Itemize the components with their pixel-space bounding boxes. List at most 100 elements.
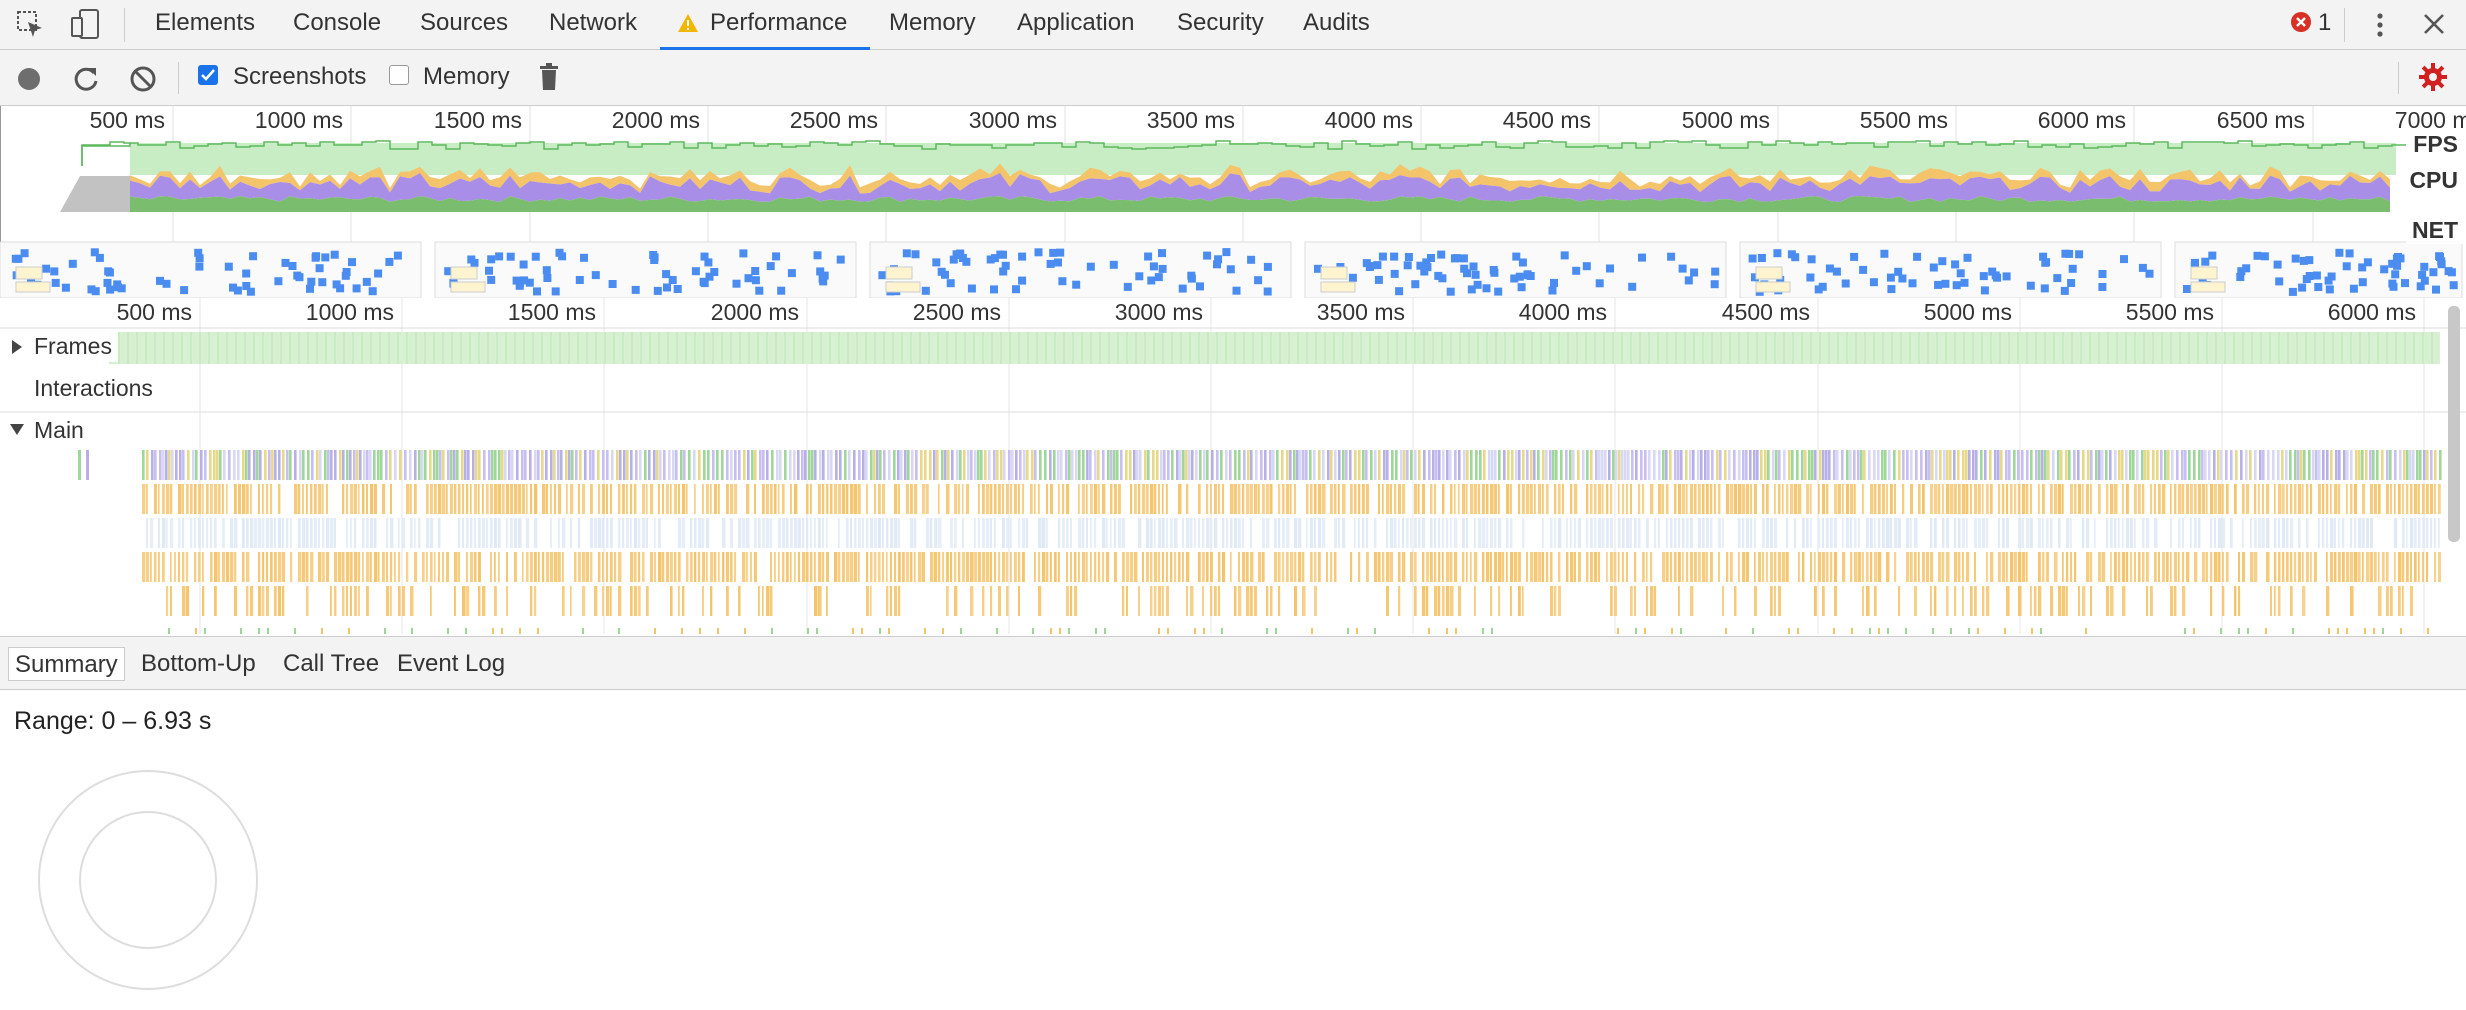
settings-gear-icon[interactable] [2418, 62, 2448, 97]
screenshots-label[interactable]: Screenshots [233, 63, 366, 91]
tab-event-log[interactable]: Event Log [391, 647, 511, 681]
flame-chart[interactable]: 500 ms 1000 ms 1500 ms 2000 ms 2500 ms 3000 m… [0, 298, 2466, 634]
main-task [268, 450, 271, 480]
error-count[interactable]: 1 [2318, 9, 2331, 37]
net-request [1034, 248, 1043, 257]
call-frame [846, 518, 849, 548]
device-toolbar-icon[interactable] [68, 8, 102, 47]
call-frame [518, 484, 522, 514]
net-request [306, 284, 314, 293]
call-frame [358, 484, 360, 514]
main-task [233, 450, 236, 480]
tab-call-tree[interactable]: Call Tree [277, 647, 385, 681]
tab-network[interactable]: Network [549, 0, 637, 50]
main-task [237, 450, 240, 480]
call-frame [870, 518, 874, 548]
tab-performance[interactable]: Performance [710, 0, 847, 50]
call-frame [1430, 484, 1433, 514]
memory-label[interactable]: Memory [423, 63, 510, 91]
screenshots-checkbox[interactable] [198, 65, 218, 85]
call-frame [654, 552, 657, 582]
call-frame [2162, 484, 2166, 514]
call-frame [1442, 552, 1444, 582]
call-frame [946, 484, 950, 514]
main-task [1898, 450, 1901, 480]
main-task [1358, 450, 1361, 480]
main-task [814, 450, 817, 480]
main-task [1089, 450, 1092, 480]
call-frame [1390, 518, 1394, 548]
call-frame [718, 484, 720, 514]
net-request [813, 251, 822, 260]
main-task [1370, 450, 1373, 480]
call-frame [1754, 586, 1757, 616]
tab-sources[interactable]: Sources [420, 0, 508, 50]
call-frame [2094, 518, 2096, 548]
main-task [1195, 450, 1198, 480]
net-request [1149, 262, 1158, 271]
inspect-element-icon[interactable] [16, 10, 46, 45]
call-frame [1010, 484, 1013, 514]
tab-security[interactable]: Security [1177, 0, 1264, 50]
sub-call-frame [618, 628, 620, 634]
sub-call-frame [816, 628, 818, 634]
error-icon[interactable] [2290, 11, 2312, 38]
main-task [1778, 450, 1781, 480]
net-request [1018, 252, 1027, 261]
net-request [2053, 274, 2062, 283]
call-frame [1694, 552, 1697, 582]
main-task [200, 450, 203, 480]
call-frame [2402, 518, 2405, 548]
call-frame [722, 552, 725, 582]
clear-icon[interactable] [129, 65, 157, 98]
tab-audits[interactable]: Audits [1303, 0, 1370, 50]
call-frame [1082, 518, 1085, 548]
call-frame [1690, 518, 1693, 548]
call-frame [986, 484, 990, 514]
call-frame [1990, 484, 1993, 514]
call-frame [506, 518, 508, 548]
reload-icon[interactable] [72, 65, 100, 98]
tab-summary[interactable]: Summary [8, 647, 125, 681]
memory-checkbox[interactable] [389, 65, 409, 85]
call-frame [1090, 484, 1093, 514]
call-frame [1146, 484, 1149, 514]
sub-call-frame [861, 628, 863, 634]
net-request [1158, 264, 1167, 273]
tab-console[interactable]: Console [293, 0, 381, 50]
call-frame [1726, 484, 1730, 514]
call-frame [1078, 484, 1080, 514]
flame-scrollbar[interactable] [2448, 306, 2460, 542]
net-request [1373, 261, 1382, 270]
sub-call-frame [942, 628, 944, 634]
close-icon[interactable] [2422, 12, 2446, 41]
tab-application[interactable]: Application [1017, 0, 1134, 50]
sub-call-frame [960, 628, 962, 634]
call-frame [2438, 518, 2440, 548]
main-task [1590, 450, 1593, 480]
tab-elements[interactable]: Elements [155, 0, 255, 50]
main-task [1078, 450, 1081, 480]
call-frame [2086, 484, 2090, 514]
trash-icon[interactable] [538, 63, 560, 96]
more-options-icon[interactable] [2370, 10, 2390, 45]
call-frame [1330, 484, 1333, 514]
call-frame [246, 586, 249, 616]
call-frame [1106, 552, 1110, 582]
tab-bottom-up[interactable]: Bottom-Up [135, 647, 262, 681]
call-frame [1414, 518, 1417, 548]
net-lane [0, 241, 2463, 298]
timeline-overview[interactable]: 500 ms 1000 ms 1500 ms 2000 ms 2500 ms 3000 m… [0, 106, 2466, 298]
call-frame [458, 484, 461, 514]
call-frame [1646, 518, 1649, 548]
net-request [2335, 248, 2344, 257]
call-frame [558, 552, 561, 582]
call-frame [1430, 552, 1433, 582]
net-request [1806, 273, 1815, 282]
call-frame [694, 552, 697, 582]
call-frame [1118, 518, 1122, 548]
call-frame [610, 484, 612, 514]
call-frame [1490, 484, 1494, 514]
tab-memory[interactable]: Memory [889, 0, 976, 50]
record-icon[interactable] [17, 67, 41, 96]
